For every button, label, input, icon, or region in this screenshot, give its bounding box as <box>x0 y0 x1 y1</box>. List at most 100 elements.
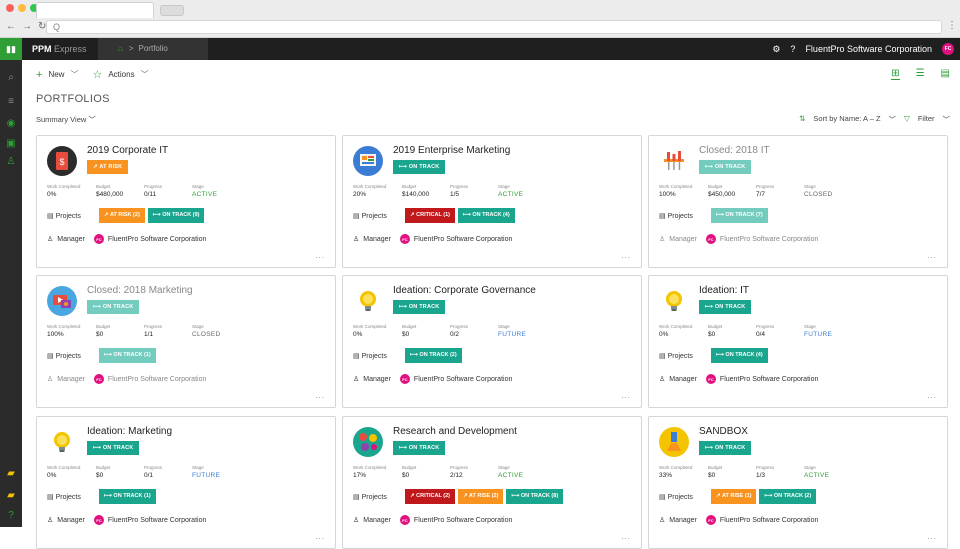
card-title[interactable]: Closed: 2018 Marketing <box>87 285 193 296</box>
chevron-down-icon[interactable]: ﹀ <box>943 114 951 125</box>
manager-avatar[interactable]: FC <box>93 234 104 244</box>
projects-link[interactable]: ▤ Projects <box>659 493 709 501</box>
more-options-icon[interactable]: ... <box>621 391 631 400</box>
project-status-pill[interactable]: ⟼ ON TRACK (9) <box>147 208 205 223</box>
portfolio-card[interactable]: 2019 Enterprise Marketing ⟼ ON TRACK Wor… <box>342 135 642 268</box>
project-status-pill[interactable]: ⟼ ON TRACK (4) <box>711 348 768 363</box>
forward-arrow-icon[interactable]: → <box>22 21 32 32</box>
home-icon[interactable]: ⌂ <box>118 44 123 53</box>
star-icon[interactable]: ☆ <box>92 68 102 81</box>
project-status-pill[interactable]: ↗ AT RISK (2) <box>99 208 145 223</box>
chevron-down-icon[interactable]: ﹀ <box>889 114 897 125</box>
manager-avatar[interactable]: FC <box>705 374 716 384</box>
more-options-icon[interactable]: ... <box>927 391 937 400</box>
portfolio-card[interactable]: Ideation: Marketing ⟼ ON TRACK Work Comp… <box>36 416 336 549</box>
people-icon[interactable]: ♙ <box>0 156 22 167</box>
manager-name[interactable]: FluentPro Software Corporation <box>108 376 206 383</box>
card-title[interactable]: Ideation: Corporate Governance <box>393 285 536 296</box>
projects-link[interactable]: ▤ Projects <box>353 212 403 220</box>
manager-name[interactable]: FluentPro Software Corporation <box>414 236 512 243</box>
org-name[interactable]: FluentPro Software Corporation <box>805 44 932 54</box>
card-title[interactable]: 2019 Enterprise Marketing <box>393 145 510 156</box>
new-tab-button[interactable] <box>160 5 184 16</box>
minimize-window-button[interactable] <box>18 4 26 12</box>
card-title[interactable]: Research and Development <box>393 426 517 437</box>
more-options-icon[interactable]: ... <box>621 251 631 260</box>
filter-icon[interactable]: ▽ <box>904 114 910 125</box>
manager-avatar[interactable]: FC <box>705 234 716 244</box>
project-status-pill[interactable]: ↗ AT RISE (1) <box>711 489 757 504</box>
more-options-icon[interactable]: ... <box>927 251 937 260</box>
more-options-icon[interactable]: ... <box>621 532 631 541</box>
manager-name[interactable]: FluentPro Software Corporation <box>414 517 512 524</box>
projects-link[interactable]: ▤ Projects <box>47 493 97 501</box>
help-icon[interactable]: ? <box>790 44 795 54</box>
projects-link[interactable]: ▤ Projects <box>353 352 403 360</box>
browser-tab[interactable] <box>36 2 154 18</box>
manager-name[interactable]: FluentPro Software Corporation <box>720 236 818 243</box>
card-title[interactable]: 2019 Corporate IT <box>87 145 168 156</box>
manager-avatar[interactable]: FC <box>399 374 410 384</box>
card-title[interactable]: SANDBOX <box>699 426 748 437</box>
manager-avatar[interactable]: FC <box>399 515 410 525</box>
manager-avatar[interactable]: FC <box>93 515 104 525</box>
help-rail-icon[interactable]: ? <box>0 510 22 521</box>
back-arrow-icon[interactable]: ← <box>6 21 16 32</box>
address-bar[interactable]: Q <box>46 20 942 34</box>
portfolio-card[interactable]: $ 2019 Corporate IT ↗ AT RISK Work Compl… <box>36 135 336 268</box>
portfolio-card[interactable]: Closed: 2018 IT ⟼ ON TRACK Work Complete… <box>648 135 948 268</box>
portfolio-card[interactable]: Closed: 2018 Marketing ⟼ ON TRACK Work C… <box>36 275 336 408</box>
projects-link[interactable]: ▤ Projects <box>47 352 97 360</box>
portfolio-card[interactable]: Ideation: Corporate Governance ⟼ ON TRAC… <box>342 275 642 408</box>
manager-avatar[interactable]: FC <box>705 515 716 525</box>
message-icon[interactable]: ▰ <box>0 490 22 501</box>
app-brand[interactable]: PPM Express <box>32 38 87 60</box>
manager-name[interactable]: FluentPro Software Corporation <box>108 236 206 243</box>
manager-name[interactable]: FluentPro Software Corporation <box>720 517 818 524</box>
search-icon[interactable]: ⌕ <box>0 72 22 83</box>
card-title[interactable]: Ideation: IT <box>699 285 749 296</box>
more-options-icon[interactable]: ... <box>315 391 325 400</box>
portfolio-icon[interactable]: ◉ <box>0 118 22 129</box>
portfolio-card[interactable]: Ideation: IT ⟼ ON TRACK Work Completed 0%… <box>648 275 948 408</box>
menu-icon[interactable]: ≡ <box>0 96 22 107</box>
project-status-pill[interactable]: ↗ AT RISE (2) <box>457 489 504 504</box>
sort-dropdown[interactable]: Sort by Name: A – Z <box>813 114 880 125</box>
app-logo-icon[interactable]: ▮▮ <box>0 38 22 60</box>
card-view-icon[interactable]: ▤ <box>941 68 950 80</box>
project-status-pill[interactable]: ↗ CRITICAL (1) <box>405 208 455 223</box>
project-status-pill[interactable]: ⟼ ON TRACK (7) <box>711 208 768 223</box>
project-status-pill[interactable]: ⟼ ON TRACK (1) <box>99 348 156 363</box>
projects-link[interactable]: ▤ Projects <box>353 493 403 501</box>
list-view-icon[interactable]: ☰ <box>916 68 925 80</box>
grid-view-icon[interactable]: ⊞ <box>891 68 900 80</box>
projects-link[interactable]: ▤ Projects <box>47 212 97 220</box>
browser-menu-icon[interactable]: ⋮ <box>947 20 957 31</box>
manager-name[interactable]: FluentPro Software Corporation <box>720 376 818 383</box>
projects-link[interactable]: ▤ Projects <box>659 212 709 220</box>
more-options-icon[interactable]: ... <box>315 532 325 541</box>
manager-avatar[interactable]: FC <box>93 374 104 384</box>
close-window-button[interactable] <box>6 4 14 12</box>
card-title[interactable]: Closed: 2018 IT <box>699 145 770 156</box>
manager-avatar[interactable]: FC <box>399 234 410 244</box>
chevron-down-icon[interactable]: ﹀ <box>141 69 149 80</box>
project-status-pill[interactable]: ⟼ ON TRACK (8) <box>506 489 564 504</box>
more-options-icon[interactable]: ... <box>927 532 937 541</box>
actions-button[interactable]: Actions <box>108 70 134 79</box>
portfolio-card[interactable]: SANDBOX ⟼ ON TRACK Work Completed 33% Bud… <box>648 416 948 549</box>
manager-name[interactable]: FluentPro Software Corporation <box>108 517 206 524</box>
projects-rail-icon[interactable]: ▣ <box>0 138 22 149</box>
filter-button[interactable]: Filter <box>918 114 935 125</box>
portfolio-card[interactable]: Research and Development ⟼ ON TRACK Work… <box>342 416 642 549</box>
manager-name[interactable]: FluentPro Software Corporation <box>414 376 512 383</box>
breadcrumb-portfolio[interactable]: Portfolio <box>139 44 168 53</box>
sort-icon[interactable]: ⇅ <box>799 114 805 125</box>
plus-icon[interactable]: + <box>36 69 42 81</box>
more-options-icon[interactable]: ... <box>315 251 325 260</box>
chat-icon[interactable]: ▰ <box>0 468 22 479</box>
new-button[interactable]: New <box>48 70 64 79</box>
summary-view-dropdown[interactable]: Summary View ﹀ <box>36 114 96 125</box>
project-status-pill[interactable]: ⟼ ON TRACK (2) <box>405 348 462 363</box>
card-title[interactable]: Ideation: Marketing <box>87 426 172 437</box>
